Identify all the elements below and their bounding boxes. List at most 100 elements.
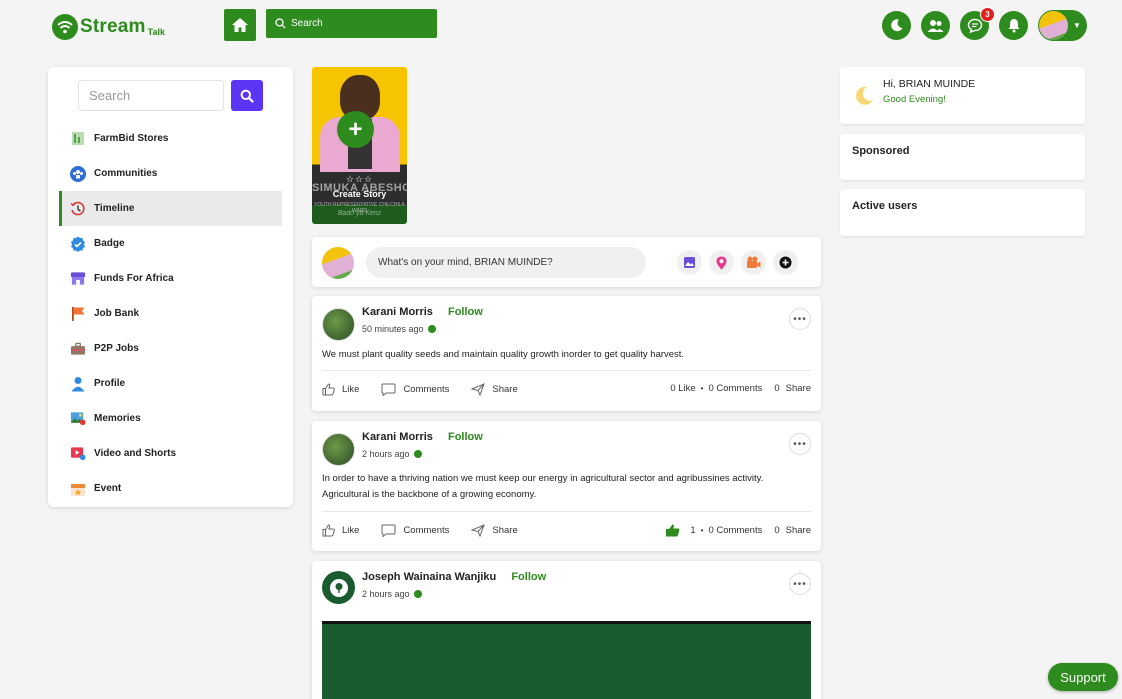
stats-separator: • [700, 384, 704, 393]
support-button[interactable]: Support [1048, 663, 1118, 691]
post-time: 50 minutes ago [362, 324, 424, 334]
add-video-button[interactable] [741, 250, 766, 275]
like-label: Like [342, 384, 360, 395]
post-card: Joseph Wainaina Wanjiku Follow 2 hours a… [312, 561, 821, 699]
brand-name: Stream [80, 16, 146, 37]
author-avatar[interactable] [322, 308, 355, 341]
brand-logo[interactable]: Stream Talk [52, 14, 165, 40]
story-signature: Bado ya Kenz [337, 210, 382, 217]
active-users-card: Active users [840, 189, 1085, 236]
thumbs-up-icon [322, 383, 335, 396]
sidebar-item-job-bank[interactable]: Job Bank [48, 296, 293, 331]
sidebar-item-label: Timeline [94, 203, 135, 214]
active-users-title: Active users [852, 200, 918, 212]
sidebar-item-farmbid-stores[interactable]: FarmBid Stores [48, 121, 293, 156]
post-composer: What's on your mind, BRIAN MUINDE? [312, 237, 821, 287]
comment-count[interactable]: 0 Comments [708, 383, 762, 394]
sidebar-item-label: Communities [94, 168, 158, 179]
liked-thumb-icon [665, 524, 680, 537]
user-menu[interactable]: ▼ [1038, 10, 1087, 41]
thumbs-up-icon [322, 524, 335, 537]
sidebar-search-input[interactable]: Search [78, 80, 224, 111]
post-author[interactable]: Joseph Wainaina Wanjiku [362, 571, 496, 583]
plus-circle-icon [779, 256, 792, 269]
follow-button[interactable]: Follow [448, 306, 483, 318]
sidebar-item-label: Video and Shorts [94, 448, 177, 459]
top-search-input[interactable]: Search [266, 9, 437, 38]
sidebar-item-p2p-jobs[interactable]: P2P Jobs [48, 331, 293, 366]
like-label: Like [342, 525, 360, 536]
follow-button[interactable]: Follow [448, 431, 483, 443]
add-story-button[interactable]: + [337, 111, 374, 148]
sidebar-item-label: Badge [94, 238, 125, 249]
brand-sub: Talk [147, 26, 165, 37]
search-icon [240, 89, 254, 103]
post-time: 2 hours ago [362, 589, 410, 599]
sidebar-item-funds-for-africa[interactable]: Funds For Africa [48, 261, 293, 296]
post-divider [322, 370, 811, 371]
notifications-button[interactable] [999, 11, 1028, 40]
store-icon [70, 131, 86, 147]
post-options-button[interactable]: ••• [789, 433, 811, 455]
home-button[interactable] [224, 9, 256, 41]
messages-button[interactable]: 3 [960, 7, 995, 40]
post-stats: 1 • 0 Comments 0 Share [665, 524, 811, 537]
sidebar-item-timeline[interactable]: Timeline [59, 191, 282, 226]
sidebar-item-memories[interactable]: Memories [48, 401, 293, 436]
add-photo-button[interactable] [677, 250, 702, 275]
sidebar-item-label: Event [94, 483, 122, 494]
author-avatar[interactable] [322, 571, 355, 604]
wifi-icon [52, 14, 78, 40]
create-story-card[interactable]: + ☆☆☆ SIMUKA ABESHOCHE Create Story YOUT… [312, 67, 407, 224]
funds-icon [70, 271, 86, 287]
follow-button[interactable]: Follow [511, 571, 546, 583]
sidebar-item-label: P2P Jobs [94, 343, 139, 354]
share-button[interactable]: Share [471, 524, 518, 537]
user-avatar [1039, 11, 1068, 40]
post-author[interactable]: Karani Morris [362, 306, 433, 318]
author-avatar[interactable] [322, 433, 355, 466]
share-count-label: Share [785, 383, 811, 394]
search-icon [275, 18, 286, 29]
post-text: In order to have a thriving nation we mu… [322, 473, 764, 500]
sidebar-item-video-and-shorts[interactable]: Video and Shorts [48, 436, 293, 471]
sidebar-item-communities[interactable]: Communities [48, 156, 293, 191]
like-count[interactable]: 1 [690, 525, 695, 536]
share-icon [471, 524, 486, 537]
comment-count[interactable]: 0 Comments [708, 525, 762, 536]
like-button[interactable]: Like [322, 524, 359, 537]
messages-badge: 3 [980, 7, 995, 22]
sidebar-search-button[interactable] [231, 80, 263, 111]
post-options-button[interactable]: ••• [789, 573, 811, 595]
add-location-button[interactable] [709, 250, 734, 275]
share-button[interactable]: Share [471, 383, 518, 396]
comments-button[interactable]: Comments [381, 524, 449, 537]
dark-mode-button[interactable] [882, 11, 911, 40]
sponsored-title: Sponsored [852, 145, 910, 157]
profile-icon [70, 376, 86, 392]
bell-icon [1008, 19, 1019, 33]
post-options-button[interactable]: ••• [789, 308, 811, 330]
top-search-label: Search [291, 18, 323, 29]
communities-icon [70, 165, 86, 182]
sidebar-item-badge[interactable]: Badge [48, 226, 293, 261]
sidebar-item-event[interactable]: Event [48, 471, 293, 506]
photo-icon [684, 257, 695, 268]
sidebar-item-label: Funds For Africa [94, 273, 174, 284]
post-author[interactable]: Karani Morris [362, 431, 433, 443]
home-icon [232, 18, 248, 32]
friends-button[interactable] [921, 11, 950, 40]
like-count[interactable]: 0 Like [670, 383, 695, 394]
post-time: 2 hours ago [362, 449, 410, 459]
sidebar-item-label: Memories [94, 413, 141, 424]
comments-button[interactable]: Comments [381, 383, 449, 396]
composer-input[interactable]: What's on your mind, BRIAN MUINDE? [366, 247, 646, 278]
video-icon [70, 446, 86, 462]
more-options-button[interactable] [773, 250, 798, 275]
sidebar-search-placeholder: Search [89, 88, 131, 103]
post-media[interactable] [322, 621, 811, 699]
post-card: Karani Morris Follow 2 hours ago ••• In … [312, 421, 821, 551]
video-camera-icon [747, 256, 761, 268]
like-button[interactable]: Like [322, 383, 359, 396]
sidebar-item-profile[interactable]: Profile [48, 366, 293, 401]
